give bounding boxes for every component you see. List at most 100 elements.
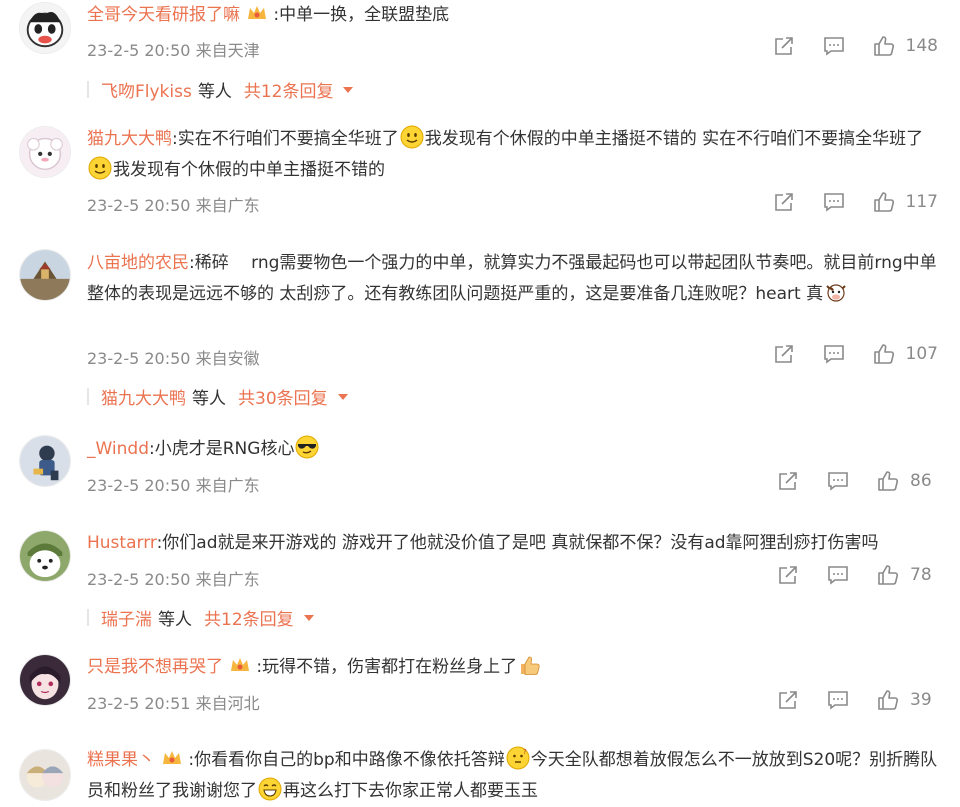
thumbs-up-icon [878, 565, 899, 585]
comment-username[interactable]: Hustarrr [87, 533, 157, 553]
thumbs-up-icon [873, 192, 894, 212]
comment-body: :你们ad就是来开游戏的 游戏开了他就没价值了是吧 真就保都不保？没有ad靠阿狸… [156, 533, 879, 553]
user-avatar[interactable] [19, 530, 71, 582]
reply-summary[interactable]: 瑞子湍 等人 共12条回复 [87, 605, 314, 630]
comment-body: :小虎才是RNG核心 [149, 439, 295, 459]
like-button[interactable]: 78 [876, 563, 938, 587]
comment-time: 23-2-5 20:50 [87, 570, 191, 589]
comment-actions: 107 [772, 342, 938, 366]
comment-icon [828, 691, 848, 710]
comment-actions: 86 [776, 469, 938, 493]
like-button[interactable]: 39 [876, 688, 938, 712]
smile-emoji-icon [400, 125, 424, 149]
comment-text: 猫九大大鸭:实在不行咱们不要搞全华班了 我发现有个休假的中单主播挺不错的 实在不行… [87, 124, 938, 186]
comment-username[interactable]: 猫九大大鸭 [87, 129, 172, 149]
comment-username[interactable]: 八亩地的农民 [87, 253, 189, 273]
mountain-temple-avatar [20, 250, 70, 300]
comment-body: 我发现有个休假的中单主播挺不错的 实在不行咱们不要搞全华班了 [424, 129, 924, 149]
comment-username[interactable]: 糕果果丶 [87, 750, 155, 770]
share-button[interactable] [776, 688, 800, 712]
share-button[interactable] [776, 563, 800, 587]
reply-button[interactable] [822, 190, 846, 214]
like-button[interactable]: 107 [872, 342, 938, 366]
thumbs-up-emoji-icon [521, 656, 540, 675]
comment-meta: 23-2-5 20:50 来自广东 [87, 566, 260, 590]
share-button[interactable] [772, 190, 796, 214]
reply-count-link[interactable]: 共12条回复 [204, 605, 294, 630]
reply-summary[interactable]: 飞吻Flykiss 等人 共12条回复 [87, 77, 354, 102]
thinking-emoji-icon: ? [506, 746, 530, 770]
comment-icon [828, 472, 848, 491]
reply-count-link[interactable]: 共12条回复 [244, 77, 334, 102]
reply-button[interactable] [826, 563, 850, 587]
user-avatar[interactable] [19, 126, 71, 178]
comment-icon [828, 566, 848, 585]
user-avatar[interactable] [19, 435, 71, 487]
comment-actions: 148 [772, 34, 938, 58]
reply-button[interactable] [826, 688, 850, 712]
user-avatar[interactable] [19, 654, 71, 706]
comment-meta: 23-2-5 20:50 来自天津 [87, 37, 260, 61]
comment-text: _Windd:小虎才是RNG核心 [87, 434, 938, 465]
user-avatar[interactable] [19, 749, 71, 801]
comment-text: 八亩地的农民:稀碎 rng需要物色一个强力的中单，就算实力不强最起码也可以带起团… [87, 248, 938, 310]
comment-body: :中单一换，全联盟垫底 [273, 5, 450, 25]
like-button[interactable]: 148 [872, 34, 938, 58]
smile-emoji-icon [88, 156, 112, 180]
user-avatar[interactable] [19, 249, 71, 301]
svg-text:?: ? [523, 748, 527, 756]
thumbs-up-icon [878, 471, 899, 491]
comment-body: :实在不行咱们不要搞全华班了 [172, 129, 399, 149]
comment-text: Hustarrr:你们ad就是来开游戏的 游戏开了他就没价值了是吧 真就保都不保… [87, 528, 938, 559]
comment-actions: 39 [776, 688, 938, 712]
sheep-avatar [20, 127, 70, 177]
comment-body: 我发现有个休假的中单主播挺不错的 [113, 160, 385, 180]
reply-count-link[interactable]: 共30条回复 [238, 384, 328, 409]
reply-username[interactable]: 瑞子湍 [101, 605, 152, 630]
share-icon [774, 345, 793, 363]
comment-icon [823, 193, 844, 212]
comment-time: 23-2-5 20:50 [87, 476, 191, 495]
like-count: 148 [905, 36, 938, 56]
comment-meta: 23-2-5 20:50 来自广东 [87, 192, 260, 216]
like-count: 107 [905, 344, 938, 364]
reply-button[interactable] [822, 34, 846, 58]
comment-body: :稀碎 rng需要物色一个强力的中单，就算实力不强最起码也可以带起团队节奏吧。就… [87, 253, 937, 304]
share-icon [774, 37, 793, 55]
share-button[interactable] [772, 342, 796, 366]
comment-username[interactable]: 全哥今天看研报了嘛 [87, 5, 240, 25]
comment-meta: 23-2-5 20:50 来自安徽 [87, 345, 260, 369]
reply-username[interactable]: 飞吻Flykiss [101, 77, 192, 102]
like-count: 117 [905, 192, 938, 212]
share-button[interactable] [772, 34, 796, 58]
reply-button[interactable] [822, 342, 846, 366]
comment-meta: 23-2-5 20:50 来自广东 [87, 472, 260, 496]
expand-caret-icon[interactable] [303, 614, 314, 621]
share-button[interactable] [776, 469, 800, 493]
cow-emoji-icon [826, 284, 846, 302]
reply-others: 等人 [158, 610, 192, 630]
share-icon [774, 193, 793, 211]
comment-time: 23-2-5 20:50 [87, 196, 191, 215]
reply-button[interactable] [826, 469, 850, 493]
anime-girl-avatar [20, 655, 70, 705]
comment-username[interactable]: 只是我不想再哭了 [87, 657, 223, 677]
comment-location: 来自广东 [195, 476, 260, 495]
vip-crown-icon [248, 6, 266, 19]
cartoon-face-avatar [20, 3, 70, 53]
reply-summary[interactable]: 猫九大大鸭 等人 共30条回复 [87, 384, 348, 409]
expand-caret-icon[interactable] [343, 86, 354, 93]
vip-crown-icon [163, 751, 181, 764]
share-icon [779, 566, 797, 584]
comment-username[interactable]: _Windd [87, 439, 149, 459]
vip-crown-icon [231, 658, 249, 671]
comment-body: 再这么打下去你家正常人都要玉玉 [283, 781, 538, 801]
expand-caret-icon[interactable] [337, 393, 348, 400]
like-button[interactable]: 86 [876, 469, 938, 493]
user-avatar[interactable] [19, 2, 71, 54]
comment-icon [823, 345, 844, 364]
sunglasses-emoji-icon [295, 435, 319, 459]
comment-location: 来自天津 [195, 41, 260, 60]
reply-username[interactable]: 猫九大大鸭 [101, 384, 186, 409]
like-button[interactable]: 117 [872, 190, 938, 214]
